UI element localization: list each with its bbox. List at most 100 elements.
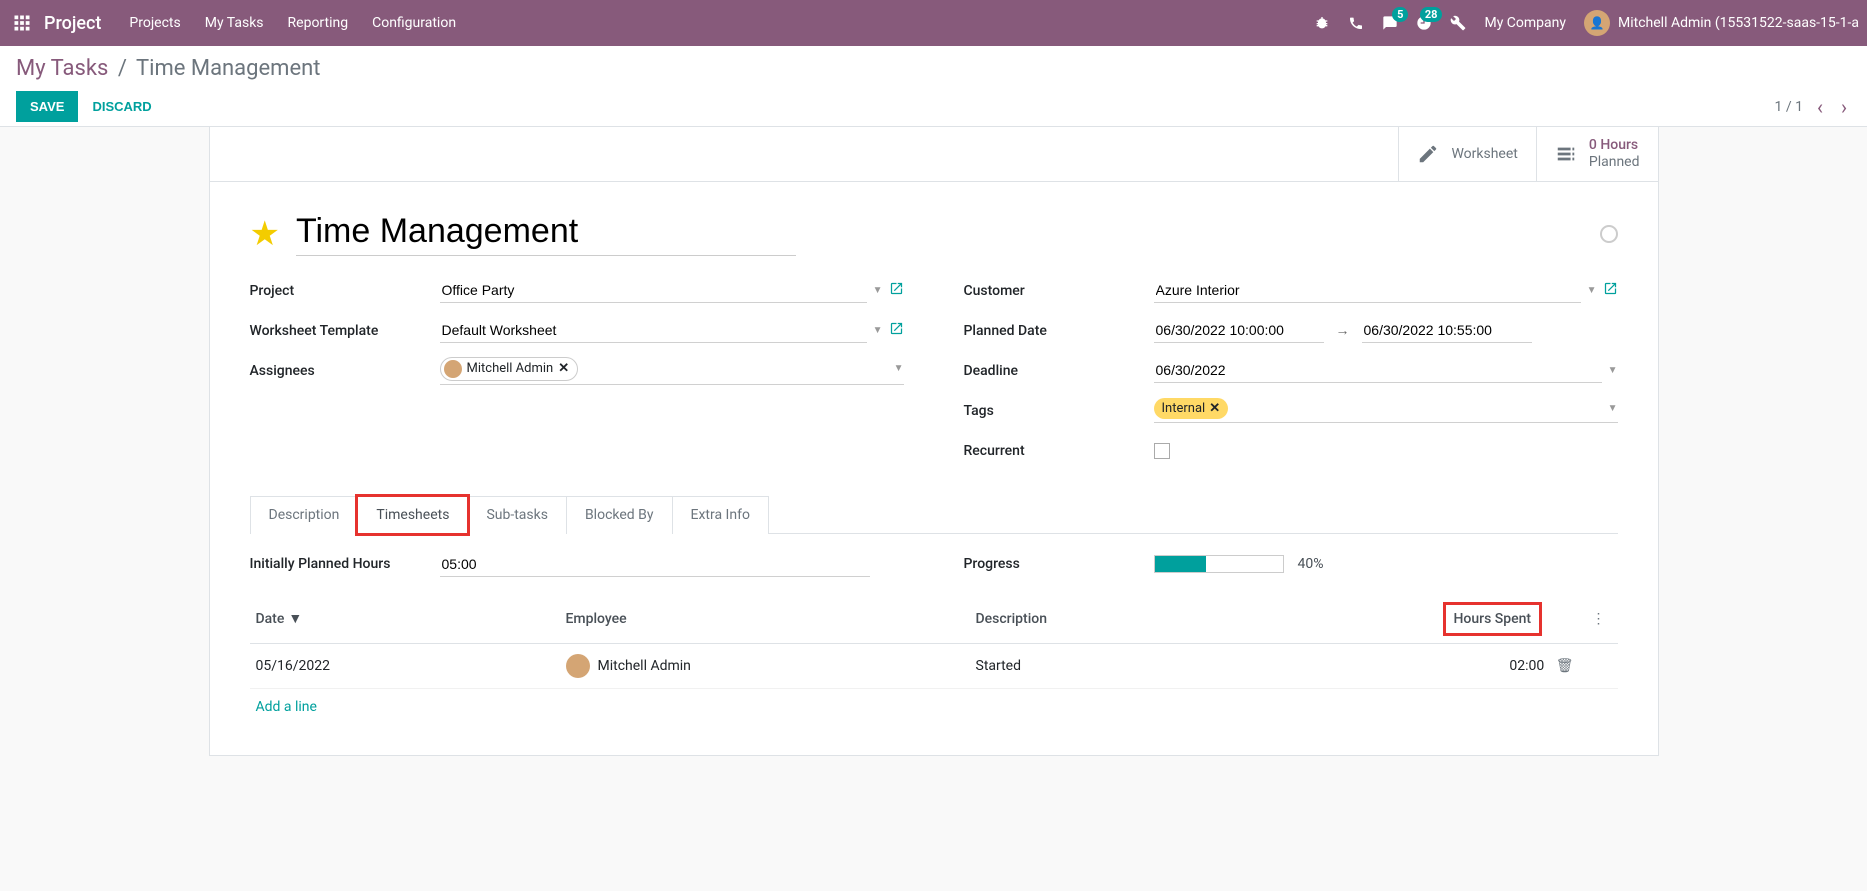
add-line-button[interactable]: Add a line [250, 689, 1618, 725]
chevron-down-icon[interactable]: ▼ [1608, 365, 1618, 376]
tabs: Description Timesheets Sub-tasks Blocked… [250, 496, 1618, 534]
chevron-down-icon[interactable]: ▼ [1587, 285, 1597, 296]
actions-row: SAVE DISCARD 1 / 1 ‹ › [16, 91, 1851, 122]
chevron-down-icon[interactable]: ▼ [1608, 403, 1618, 414]
external-link-icon[interactable] [889, 321, 904, 340]
col-hours-spent[interactable]: Hours Spent [1446, 605, 1540, 633]
save-button[interactable]: SAVE [16, 91, 78, 122]
nav-menu-reporting[interactable]: Reporting [288, 15, 349, 31]
activities-icon[interactable]: 28 [1416, 15, 1432, 31]
bug-icon[interactable] [1314, 15, 1330, 31]
hours-planned-stat-button[interactable]: 0 Hours Planned [1536, 127, 1658, 181]
pencil-icon [1417, 143, 1439, 165]
title-row: ★ [210, 182, 1658, 266]
chevron-down-icon[interactable]: ▼ [873, 285, 883, 296]
assignee-name: Mitchell Admin [467, 361, 554, 376]
deadline-label: Deadline [964, 363, 1154, 379]
phone-icon[interactable] [1348, 15, 1364, 31]
stat-buttons: Worksheet 0 Hours Planned [210, 127, 1658, 182]
tab-subtasks[interactable]: Sub-tasks [467, 496, 567, 534]
recurrent-checkbox[interactable] [1154, 443, 1170, 459]
worksheet-template-label: Worksheet Template [250, 323, 440, 339]
stage-kanban-circle[interactable] [1600, 225, 1618, 243]
control-bar: My Tasks / Time Management SAVE DISCARD … [0, 46, 1867, 127]
tasks-icon [1555, 143, 1577, 165]
timesheet-header: Initially Planned Hours Progress 40% [250, 534, 1618, 595]
pager-count: 1 / 1 [1775, 99, 1803, 115]
task-title-input[interactable] [296, 212, 796, 256]
delete-row-icon[interactable]: 🗑 [1556, 658, 1574, 674]
planned-hours-field[interactable] [440, 552, 870, 577]
breadcrumb: My Tasks / Time Management [16, 56, 1851, 81]
pager-prev[interactable]: ‹ [1813, 95, 1827, 119]
project-label: Project [250, 283, 440, 299]
topnav: Project Projects My Tasks Reporting Conf… [0, 0, 1867, 46]
avatar-icon [444, 360, 462, 378]
planned-date-end-field[interactable] [1362, 318, 1532, 343]
hours-planned-unit: Hours [1600, 137, 1638, 153]
remove-assignee-icon[interactable]: ✕ [558, 361, 569, 376]
cell-employee[interactable]: Mitchell Admin [598, 658, 691, 674]
breadcrumb-sep: / [118, 56, 127, 81]
col-description[interactable]: Description [970, 595, 1440, 644]
arrow-right-icon: → [1336, 322, 1350, 339]
cell-date[interactable]: 05/16/2022 [250, 643, 560, 688]
planned-hours-label: Initially Planned Hours [250, 556, 440, 572]
tag-name: Internal [1162, 401, 1206, 416]
customer-field[interactable] [1154, 278, 1581, 303]
messages-icon[interactable]: 5 [1382, 15, 1398, 31]
favorite-star-icon[interactable]: ★ [250, 214, 280, 254]
user-menu[interactable]: 👤 Mitchell Admin (15531522-saas-15-1-a [1584, 10, 1859, 36]
external-link-icon[interactable] [889, 281, 904, 300]
nav-right: 5 28 My Company 👤 Mitchell Admin (155315… [1314, 10, 1859, 36]
tag-pill[interactable]: Internal ✕ [1154, 398, 1229, 419]
tools-icon[interactable] [1450, 15, 1466, 31]
sort-desc-icon: ▼ [288, 610, 302, 627]
assignees-label: Assignees [250, 363, 440, 379]
customer-label: Customer [964, 283, 1154, 299]
apps-icon[interactable] [8, 9, 36, 37]
brand-label: Project [44, 13, 101, 34]
remove-tag-icon[interactable]: ✕ [1209, 401, 1220, 416]
tab-extrainfo[interactable]: Extra Info [672, 496, 769, 534]
progress-bar [1154, 555, 1284, 573]
kebab-icon[interactable]: ⋮ [1586, 611, 1612, 627]
discard-button[interactable]: DISCARD [78, 91, 165, 122]
hours-planned-label: Planned [1589, 154, 1640, 171]
worksheet-stat-button[interactable]: Worksheet [1398, 127, 1535, 181]
breadcrumb-current: Time Management [136, 56, 321, 81]
nav-menu-projects[interactable]: Projects [129, 15, 180, 31]
recurrent-label: Recurrent [964, 443, 1154, 459]
company-label[interactable]: My Company [1484, 15, 1566, 31]
tab-timesheets[interactable]: Timesheets [357, 496, 468, 534]
project-field[interactable] [440, 278, 867, 303]
cell-hours[interactable]: 02:00 [1509, 658, 1544, 674]
assignee-tag[interactable]: Mitchell Admin ✕ [440, 357, 579, 381]
deadline-field[interactable] [1154, 358, 1602, 383]
tab-description[interactable]: Description [250, 496, 359, 534]
progress-percent: 40% [1298, 556, 1324, 572]
col-employee[interactable]: Employee [560, 595, 970, 644]
tags-label: Tags [964, 403, 1154, 419]
col-date[interactable]: Date ▼ [256, 610, 554, 627]
chevron-down-icon[interactable]: ▼ [894, 363, 904, 374]
avatar-icon [566, 654, 590, 678]
pager-next[interactable]: › [1837, 95, 1851, 119]
timesheet-table: Date ▼ Employee Description Hours Spent … [250, 595, 1618, 725]
worksheet-template-field[interactable] [440, 318, 867, 343]
tab-blockedby[interactable]: Blocked By [566, 496, 673, 534]
timesheet-row[interactable]: 05/16/2022 Mitchell Admin Started 02:00 … [250, 643, 1618, 688]
cell-description[interactable]: Started [970, 643, 1440, 688]
form-grid: Project ▼ Worksheet Template ▼ [210, 266, 1658, 496]
user-name: Mitchell Admin (15531522-saas-15-1-a [1618, 15, 1859, 31]
planned-date-start-field[interactable] [1154, 318, 1324, 343]
nav-menu-mytasks[interactable]: My Tasks [205, 15, 264, 31]
nav-menu-configuration[interactable]: Configuration [372, 15, 456, 31]
progress-fill [1155, 556, 1206, 572]
activities-badge: 28 [1420, 7, 1443, 22]
breadcrumb-root[interactable]: My Tasks [16, 56, 108, 81]
worksheet-stat-label: Worksheet [1451, 146, 1517, 162]
external-link-icon[interactable] [1603, 281, 1618, 300]
chevron-down-icon[interactable]: ▼ [873, 325, 883, 336]
messages-badge: 5 [1392, 7, 1408, 22]
